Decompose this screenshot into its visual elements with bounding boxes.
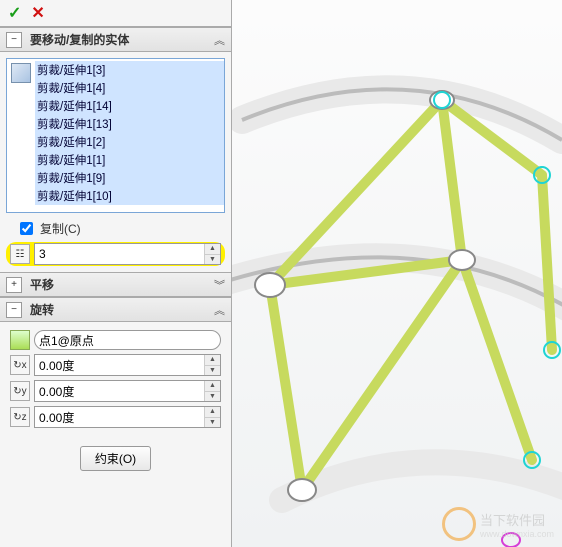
model-geometry bbox=[232, 0, 562, 547]
reference-row bbox=[6, 328, 225, 352]
rotate-toggle[interactable]: − bbox=[6, 302, 22, 318]
bodies-header[interactable]: − 要移动/复制的实体 ︽ bbox=[0, 27, 231, 52]
list-item[interactable]: 剪裁/延伸1[10] bbox=[35, 187, 224, 205]
list-item[interactable]: 剪裁/延伸1[13] bbox=[35, 115, 224, 133]
bodies-title: 要移动/复制的实体 bbox=[30, 31, 129, 48]
list-item[interactable]: 剪裁/延伸1[14] bbox=[35, 97, 224, 115]
translate-toggle[interactable]: + bbox=[6, 277, 22, 293]
angle-y-input[interactable]: ▲▼ bbox=[34, 380, 221, 402]
angle-y-icon: ↻y bbox=[10, 381, 30, 401]
copy-row: 复制(C) bbox=[6, 213, 225, 242]
viewport[interactable]: 当下软件园 www.downxia.com bbox=[232, 0, 562, 547]
angle-z-input[interactable]: ▲▼ bbox=[34, 406, 221, 428]
list-item[interactable]: 剪裁/延伸1[9] bbox=[35, 169, 224, 187]
copy-label: 复制(C) bbox=[40, 220, 81, 237]
count-icon: ☷ bbox=[10, 244, 30, 264]
spin-down-icon[interactable]: ▼ bbox=[205, 392, 220, 402]
bodies-body: 剪裁/延伸1[3] 剪裁/延伸1[4] 剪裁/延伸1[14] 剪裁/延伸1[13… bbox=[0, 52, 231, 272]
list-item[interactable]: 剪裁/延伸1[4] bbox=[35, 79, 224, 97]
list-item[interactable]: 剪裁/延伸1[3] bbox=[35, 61, 224, 79]
count-row: ☷ ▲ ▼ bbox=[6, 242, 225, 266]
watermark: 当下软件园 www.downxia.com bbox=[442, 507, 554, 541]
spin-down-icon[interactable]: ▼ bbox=[205, 255, 220, 265]
count-field[interactable] bbox=[35, 244, 204, 264]
list-item[interactable]: 剪裁/延伸1[2] bbox=[35, 133, 224, 151]
property-panel: ✓ ✕ − 要移动/复制的实体 ︽ 剪裁/延伸1[3] 剪裁/延伸1[4] 剪裁… bbox=[0, 0, 232, 547]
watermark-logo-icon bbox=[442, 507, 476, 541]
spin-up-icon[interactable]: ▲ bbox=[205, 355, 220, 366]
constraint-row: 约束(O) bbox=[0, 436, 231, 481]
angle-x-field[interactable] bbox=[35, 355, 204, 375]
count-input[interactable]: ▲ ▼ bbox=[34, 243, 221, 265]
constraint-button[interactable]: 约束(O) bbox=[80, 446, 151, 471]
rotate-body: ↻x ▲▼ ↻y ▲▼ ↻z ▲▼ bbox=[0, 322, 231, 436]
angle-z-row: ↻z ▲▼ bbox=[6, 404, 225, 430]
spin-up-icon[interactable]: ▲ bbox=[205, 244, 220, 255]
angle-x-row: ↻x ▲▼ bbox=[6, 352, 225, 378]
angle-z-icon: ↻z bbox=[10, 407, 30, 427]
reference-icon bbox=[10, 330, 30, 350]
list-item[interactable]: 剪裁/延伸1[1] bbox=[35, 151, 224, 169]
bodies-toggle[interactable]: − bbox=[6, 32, 22, 48]
spin-down-icon[interactable]: ▼ bbox=[205, 418, 220, 428]
chevron-up-icon[interactable]: ︽ bbox=[214, 32, 225, 48]
watermark-text: 当下软件园 bbox=[480, 510, 554, 529]
chevron-down-icon[interactable]: ︾ bbox=[214, 277, 225, 293]
spin-up-icon[interactable]: ▲ bbox=[205, 381, 220, 392]
angle-x-icon: ↻x bbox=[10, 355, 30, 375]
angle-y-field[interactable] bbox=[35, 381, 204, 401]
watermark-url: www.downxia.com bbox=[480, 529, 554, 539]
panel-header: ✓ ✕ bbox=[0, 0, 231, 27]
angle-z-field[interactable] bbox=[35, 407, 204, 427]
chevron-up-icon[interactable]: ︽ bbox=[214, 302, 225, 318]
translate-header[interactable]: + 平移 ︾ bbox=[0, 272, 231, 297]
angle-y-row: ↻y ▲▼ bbox=[6, 378, 225, 404]
translate-title: 平移 bbox=[30, 276, 54, 293]
spin-up-icon[interactable]: ▲ bbox=[205, 407, 220, 418]
rotate-header[interactable]: − 旋转 ︽ bbox=[0, 297, 231, 322]
cancel-icon[interactable]: ✕ bbox=[31, 3, 44, 23]
cube-icon bbox=[11, 63, 31, 83]
rotate-title: 旋转 bbox=[30, 301, 54, 318]
bodies-list[interactable]: 剪裁/延伸1[3] 剪裁/延伸1[4] 剪裁/延伸1[14] 剪裁/延伸1[13… bbox=[6, 58, 225, 213]
angle-x-input[interactable]: ▲▼ bbox=[34, 354, 221, 376]
copy-checkbox[interactable] bbox=[20, 222, 33, 235]
spin-down-icon[interactable]: ▼ bbox=[205, 366, 220, 376]
reference-input[interactable] bbox=[34, 330, 221, 350]
ok-icon[interactable]: ✓ bbox=[8, 3, 21, 23]
